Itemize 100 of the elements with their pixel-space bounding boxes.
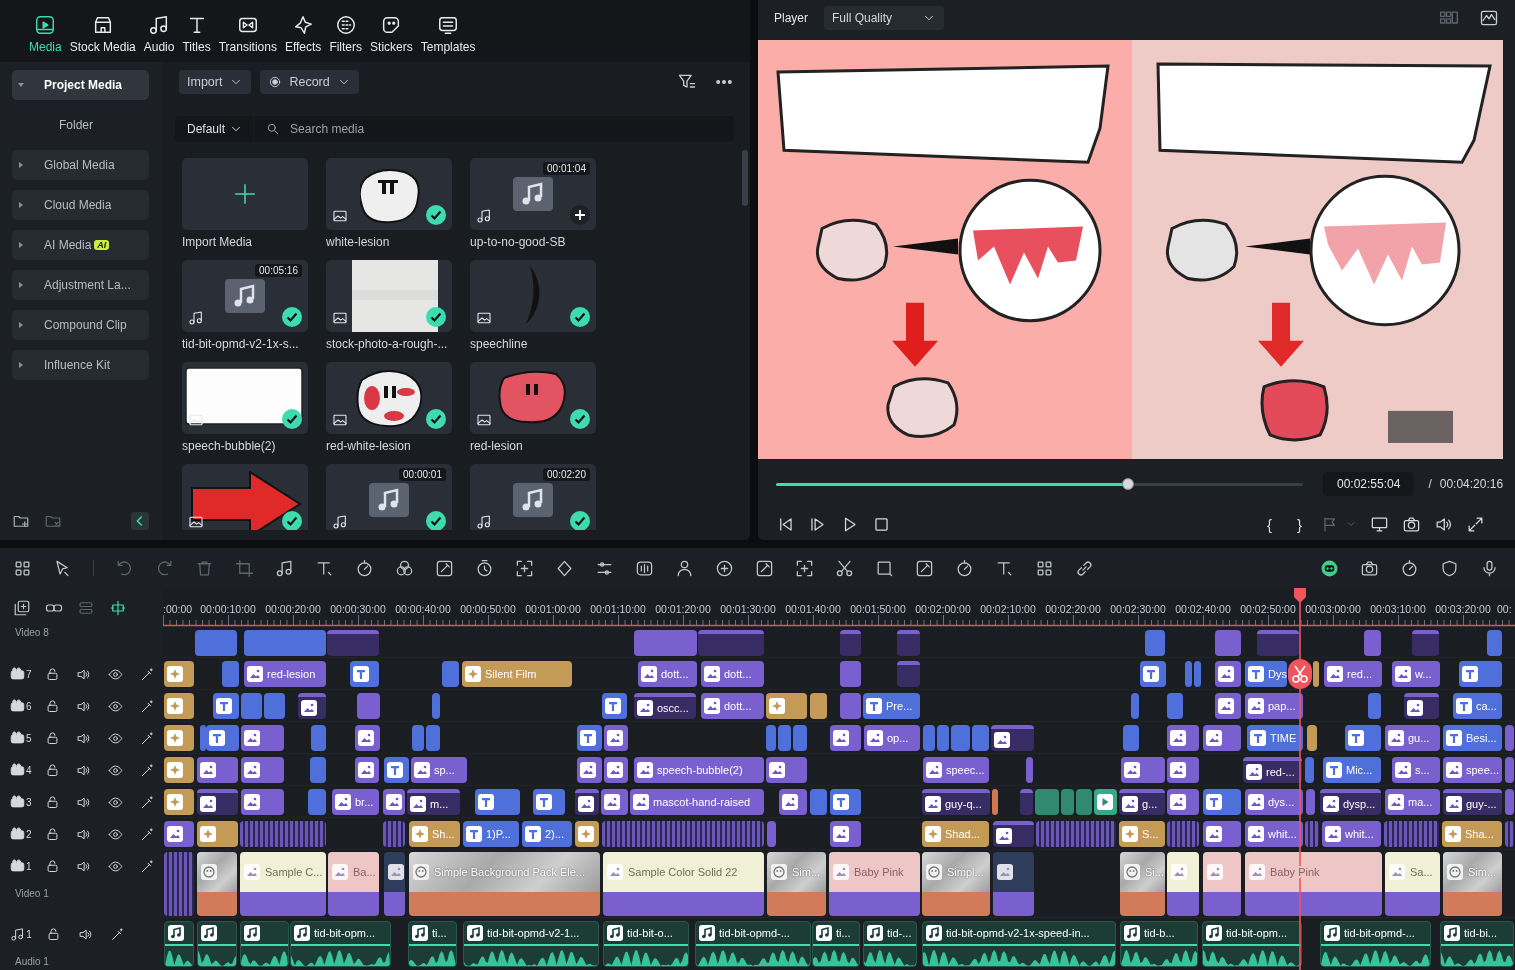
- sidebar-item[interactable]: Influence Kit: [12, 350, 149, 380]
- audio-clip[interactable]: ti...: [408, 921, 457, 967]
- timeline-clip[interactable]: ma...: [1385, 789, 1440, 815]
- timeline-clip[interactable]: guy-q...: [922, 789, 990, 815]
- timeline-clip[interactable]: dysp...: [1320, 789, 1381, 815]
- timeline-clip[interactable]: ca...: [1453, 693, 1502, 719]
- sidebar-label[interactable]: Global Media: [44, 158, 115, 172]
- timeline-clip[interactable]: op...: [864, 725, 920, 751]
- tab-label[interactable]: Media: [29, 40, 62, 54]
- ruler-time: 00:02:30:00: [1110, 603, 1166, 615]
- sidebar-label[interactable]: Influence Kit: [44, 358, 111, 372]
- audio-clip[interactable]: tid-bit-opm...: [1202, 921, 1302, 967]
- timeline-clip[interactable]: dys...: [1245, 789, 1303, 815]
- timeline-clip[interactable]: br...: [332, 789, 379, 815]
- tab-label[interactable]: Stock Media: [69, 40, 136, 54]
- ruler-time: 00:00:10:00: [200, 603, 256, 615]
- timeline-clip[interactable]: guy-...: [1443, 789, 1502, 815]
- tab-label[interactable]: Audio: [143, 40, 175, 54]
- search-input[interactable]: Search media: [288, 121, 734, 137]
- tab-label[interactable]: Transitions: [218, 40, 277, 54]
- nav-tab[interactable]: Stock Media: [66, 8, 139, 54]
- ruler-time: 00:02:20:00: [1045, 603, 1101, 615]
- audio-clip[interactable]: tid-bit-opmd-...: [1320, 921, 1431, 967]
- sidebar-label[interactable]: Cloud Media: [44, 198, 112, 212]
- timeline-clip[interactable]: Besi...: [1443, 725, 1502, 751]
- media-thumbnail[interactable]: 00:01:04: [470, 158, 596, 230]
- audio-clip[interactable]: tid-...: [863, 921, 917, 967]
- audio-clip[interactable]: tid-bit-opm...: [290, 921, 391, 967]
- timeline-clip[interactable]: red-...: [1243, 757, 1302, 783]
- tab-label[interactable]: Titles: [182, 40, 211, 54]
- tab-label[interactable]: Filters: [329, 40, 363, 54]
- sidebar-label[interactable]: Compound Clip: [44, 318, 127, 332]
- nav-tab[interactable]: Titles: [179, 8, 214, 54]
- media-thumbnail[interactable]: 00:00:01: [326, 464, 452, 530]
- timeline-clip[interactable]: Mic...: [1323, 757, 1381, 783]
- audio-clip[interactable]: tid-bit-opmd-v2-1x-speed-in...: [922, 921, 1116, 967]
- media-thumbnail[interactable]: 00:02:20: [470, 464, 596, 530]
- media-label: red-lesion: [470, 439, 524, 453]
- mark-out-button[interactable]: }: [1291, 515, 1308, 533]
- search-field[interactable]: Search media: [254, 116, 734, 142]
- timeline-clip[interactable]: red...: [1324, 661, 1382, 687]
- tab-label[interactable]: Stickers: [370, 40, 413, 54]
- sidebar-item[interactable]: AI Media AI: [12, 230, 149, 260]
- quality-dropdown[interactable]: Full Quality: [824, 6, 944, 30]
- timeline-clip[interactable]: 2)...: [522, 821, 572, 847]
- timeline-clip[interactable]: pap...: [1245, 693, 1303, 719]
- track-number: 4: [26, 764, 32, 776]
- record-button[interactable]: Record: [260, 70, 359, 94]
- audio-clip[interactable]: tid-bi...: [1440, 921, 1514, 967]
- nav-tab[interactable]: Transitions: [215, 8, 280, 54]
- timeline-clip[interactable]: m...: [407, 789, 460, 815]
- sidebar-label[interactable]: Project Media: [44, 78, 123, 92]
- sidebar-item[interactable]: Global Media: [12, 150, 149, 180]
- timeline-clip[interactable]: dott...: [701, 693, 764, 719]
- timeline-clip[interactable]: speech-bubble(2): [634, 757, 764, 783]
- nav-tab[interactable]: Media: [26, 8, 65, 54]
- timeline-clip[interactable]: oscc...: [634, 693, 696, 719]
- audio-clip[interactable]: tid-b...: [1120, 921, 1198, 967]
- audio-clip[interactable]: tid-bit-opmd-v2-1...: [463, 921, 599, 967]
- audio-clip[interactable]: tid-bit-o...: [603, 921, 689, 967]
- timeline-clip[interactable]: w...: [1392, 661, 1440, 687]
- nav-tab[interactable]: Templates: [417, 8, 479, 54]
- timeline-clip[interactable]: dott...: [638, 661, 697, 687]
- ai-badge: AI: [94, 240, 110, 250]
- tab-label[interactable]: Effects: [284, 40, 322, 54]
- timeline-clip[interactable]: whit...: [1322, 821, 1381, 847]
- sort-dropdown[interactable]: Default: [175, 116, 254, 142]
- timeline-clip[interactable]: mascot-hand-raised: [630, 789, 764, 815]
- sidebar-label[interactable]: Adjustment La...: [44, 278, 131, 292]
- current-time[interactable]: 00:02:55:04: [1323, 472, 1415, 496]
- timeline-clip[interactable]: speec...: [923, 757, 989, 783]
- sidebar-item[interactable]: Compound Clip: [12, 310, 149, 340]
- media-thumbnail[interactable]: 00:05:16: [182, 260, 308, 332]
- mark-in-button[interactable]: {: [1260, 515, 1278, 533]
- duration-badge: 00:05:16: [255, 264, 302, 277]
- sidebar-item[interactable]: Folder: [12, 110, 149, 140]
- timeline-clip[interactable]: sp...: [411, 757, 467, 783]
- timeline-clip[interactable]: Dys: [1245, 661, 1287, 687]
- import-button[interactable]: Import: [179, 70, 252, 94]
- audio-clip[interactable]: tid-bit-opmd-...: [695, 921, 811, 967]
- nav-tab[interactable]: Audio: [140, 8, 178, 54]
- timeline-clip[interactable]: red-lesion: [244, 661, 326, 687]
- sidebar-item[interactable]: Adjustment La...: [12, 270, 149, 300]
- sidebar-label[interactable]: AI Media: [44, 238, 92, 252]
- sidebar-item[interactable]: Cloud Media: [12, 190, 149, 220]
- timeline-clip[interactable]: g...: [1119, 789, 1165, 815]
- nav-tab[interactable]: Effects: [281, 8, 325, 54]
- timeline-clip[interactable]: dott...: [701, 661, 764, 687]
- sidebar-item[interactable]: Project Media: [12, 70, 149, 100]
- timeline-clip[interactable]: gu...: [1385, 725, 1440, 751]
- timeline-clip[interactable]: Pre...: [863, 693, 920, 719]
- timeline-clip[interactable]: spee...: [1443, 757, 1502, 783]
- nav-tab[interactable]: Stickers: [367, 8, 416, 54]
- timeline-clip[interactable]: s...: [1392, 757, 1440, 783]
- audio-clip[interactable]: ti...: [812, 921, 860, 967]
- timeline-clip[interactable]: 1)P...: [463, 821, 519, 847]
- nav-tab[interactable]: Filters: [326, 8, 366, 54]
- timeline-clip[interactable]: whit...: [1245, 821, 1303, 847]
- timeline-clip[interactable]: TIME: [1247, 725, 1303, 751]
- tab-label[interactable]: Templates: [420, 40, 476, 54]
